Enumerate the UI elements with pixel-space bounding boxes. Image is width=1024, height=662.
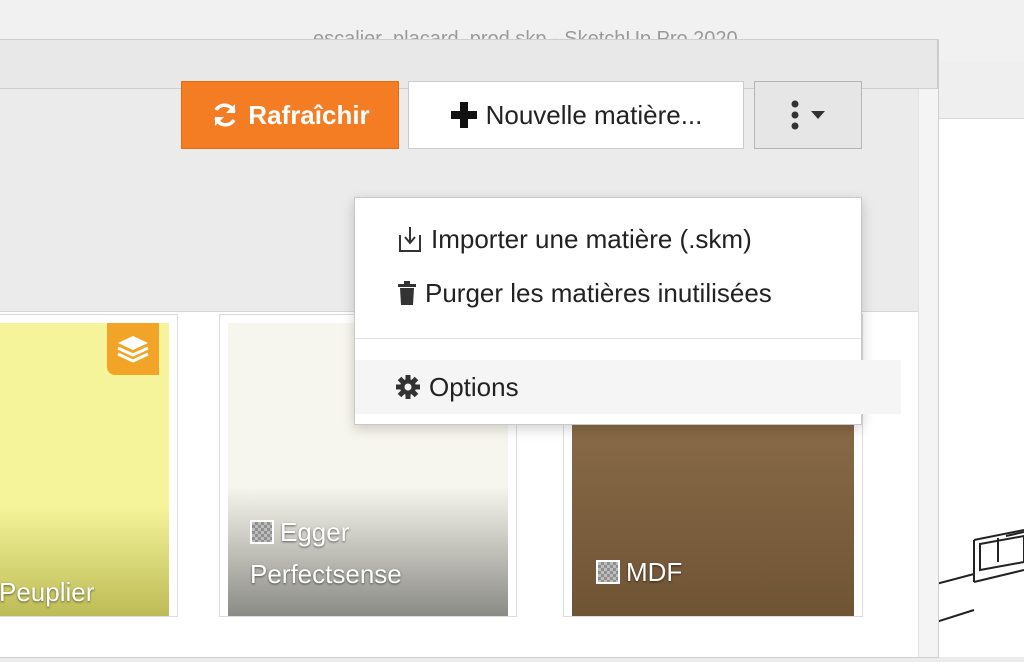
menu-item-options[interactable]: Options (355, 360, 901, 414)
menu-item-label: Options (429, 371, 519, 402)
model-drawing (935, 529, 1024, 623)
new-material-button[interactable]: Nouvelle matière... (408, 81, 744, 149)
gear-icon (395, 374, 421, 400)
scrollbar[interactable] (918, 89, 938, 657)
menu-item-purge[interactable]: Purger les matières inutilisées (355, 266, 903, 320)
viewport-toolbar (936, 62, 1024, 119)
material-name-line2: Perfectsense (250, 559, 402, 589)
material-name: MDF (626, 557, 683, 587)
vertical-ellipsis-icon (791, 100, 799, 130)
refresh-label: Rafraîchir (248, 99, 370, 130)
texture-icon (596, 560, 620, 584)
new-material-label: Nouvelle matière... (485, 99, 703, 130)
layers-icon (117, 336, 149, 363)
refresh-button[interactable]: Rafraîchir (181, 81, 399, 149)
texture-icon (250, 520, 274, 544)
model-viewport[interactable] (935, 62, 1024, 657)
plus-icon (450, 101, 478, 129)
material-thumbnail: Peuplier (0, 323, 169, 616)
menu-item-label: Purger les matières inutilisées (425, 277, 772, 308)
more-options-dropdown: Importer une matière (.skm) Purger les m… (354, 197, 901, 425)
material-name: Peuplier (0, 577, 95, 607)
menu-divider (355, 338, 861, 339)
layers-badge (107, 323, 159, 375)
refresh-icon (210, 100, 240, 130)
material-name-line1: Egger (280, 517, 350, 547)
material-card-peuplier[interactable]: Peuplier (0, 314, 178, 617)
import-icon (397, 225, 423, 253)
caret-down-icon (811, 111, 825, 119)
menu-item-label: Importer une matière (.skm) (431, 223, 752, 254)
more-options-button[interactable] (754, 81, 862, 149)
trash-icon (397, 280, 417, 306)
menu-item-import[interactable]: Importer une matière (.skm) (355, 212, 903, 266)
